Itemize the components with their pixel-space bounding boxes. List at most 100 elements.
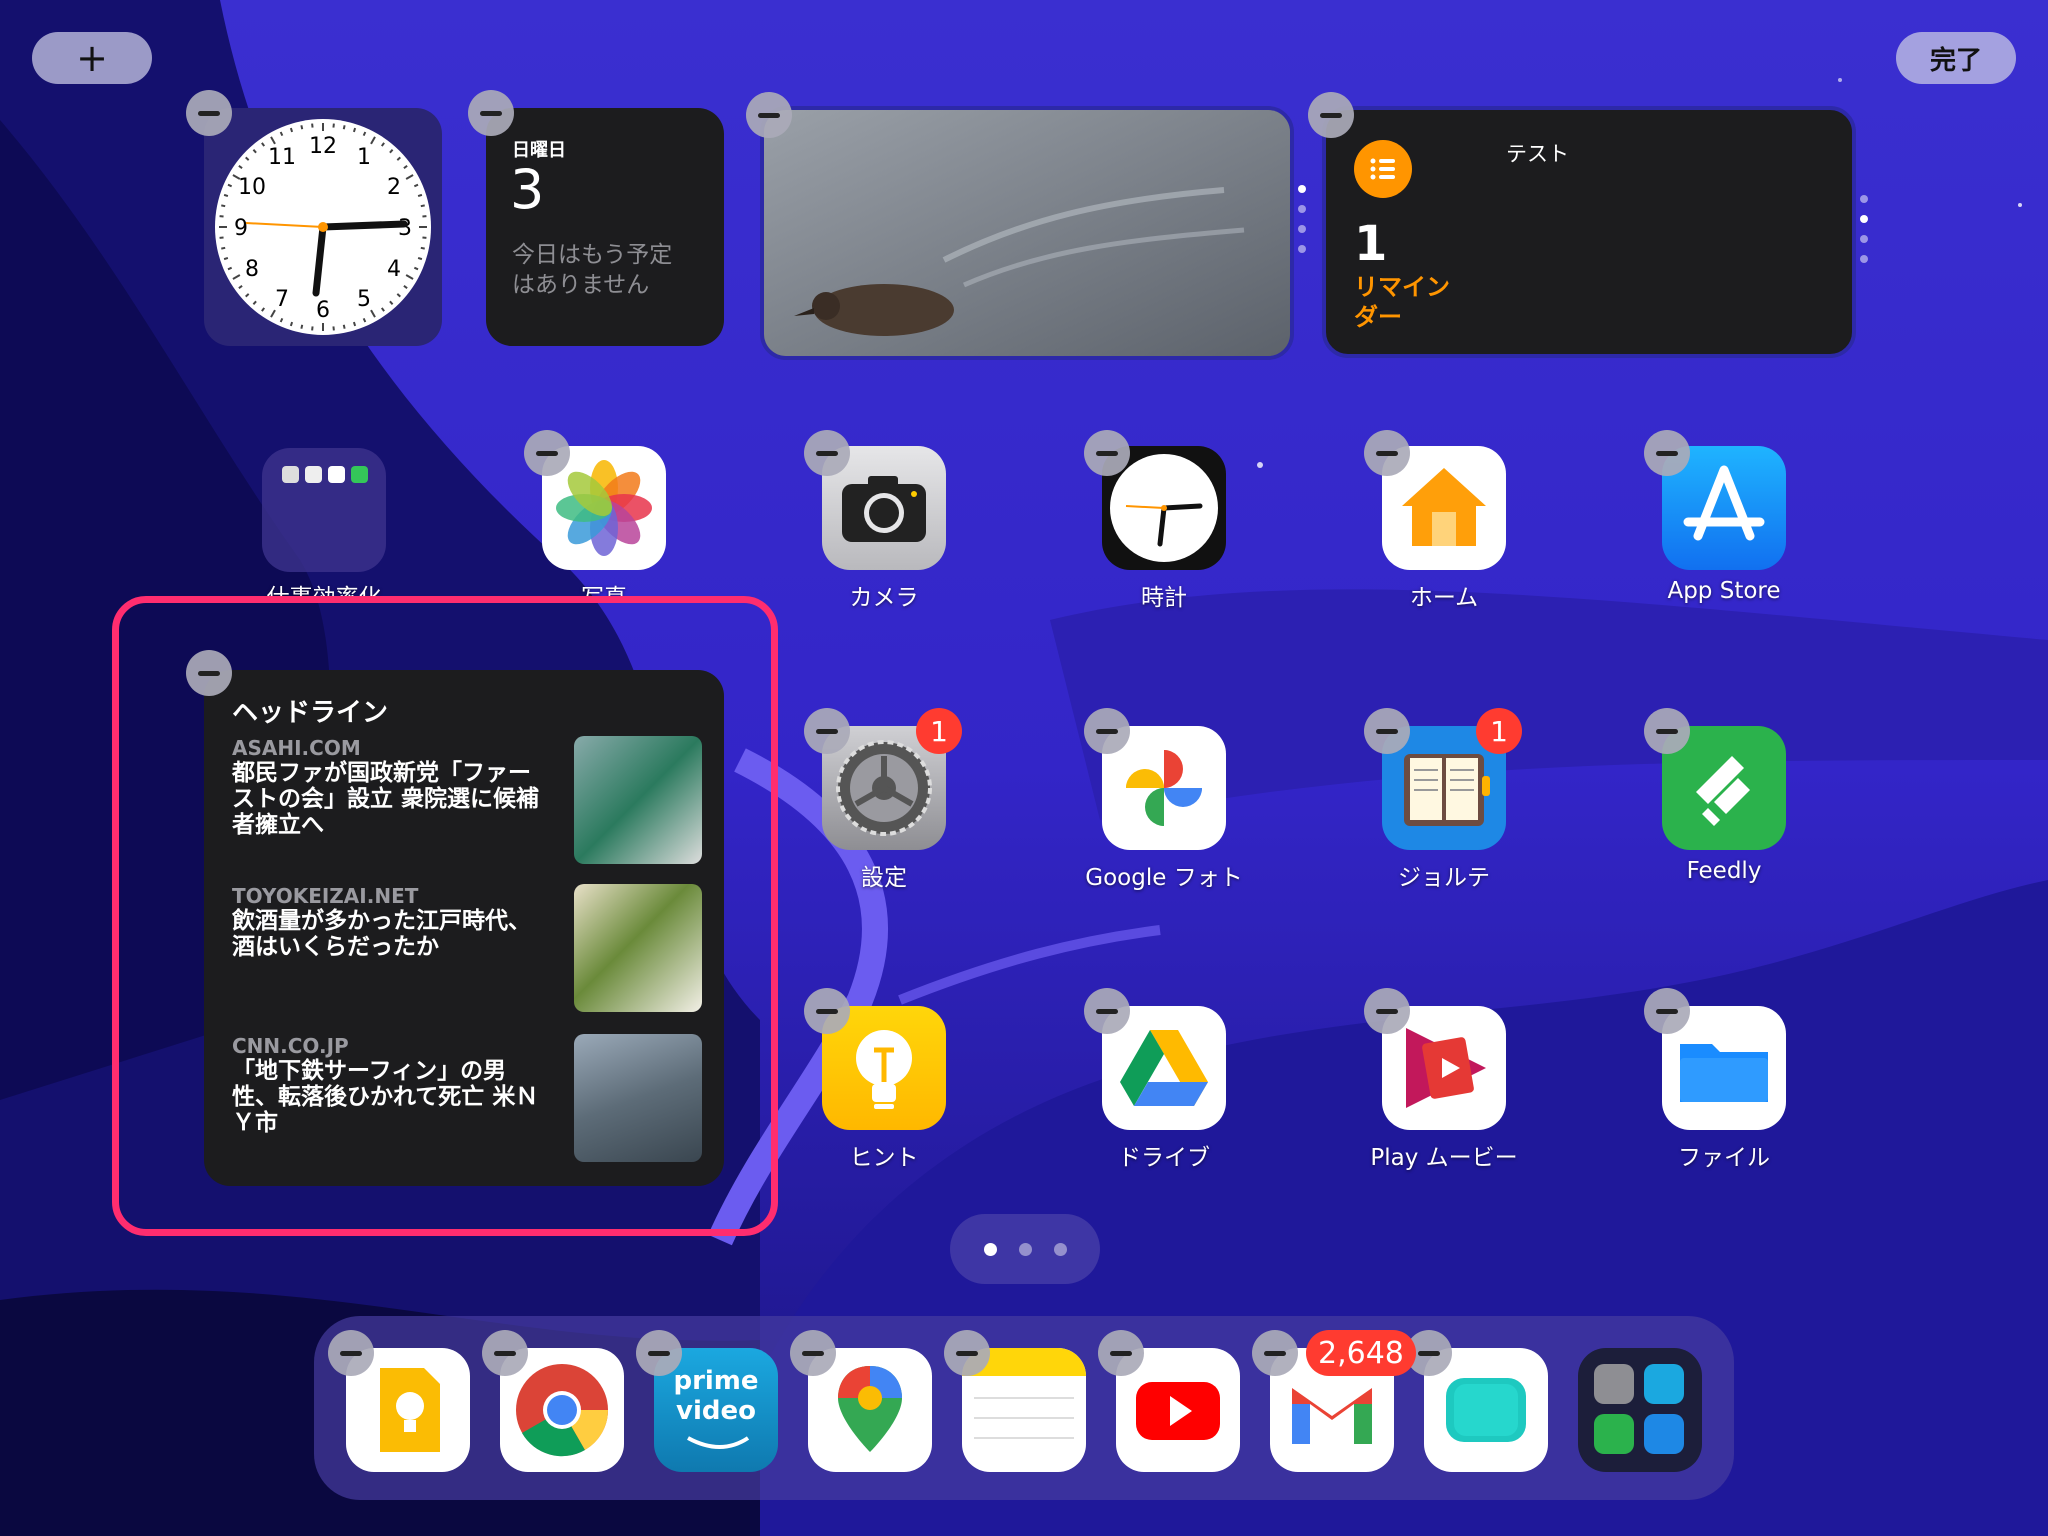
clock-tick xyxy=(342,125,346,130)
gmail-badge: 2,648 xyxy=(1306,1330,1416,1376)
app-label: Feedly xyxy=(1686,858,1762,884)
clock-numeral: 8 xyxy=(245,257,259,282)
clock-tick xyxy=(352,321,357,327)
news-item[interactable]: CNN.CO.JP 「地下鉄サーフィン」の男性、転落後ひかれて死亡 米ＮＹ市 xyxy=(232,1034,702,1168)
remove-play-movies-button[interactable] xyxy=(1364,988,1410,1034)
reminders-count: 1 xyxy=(1354,216,1388,272)
remove-dock-youtube-button[interactable] xyxy=(1098,1330,1144,1376)
calendar-empty-text: 今日はもう予定はありません xyxy=(512,242,673,298)
page-indicator[interactable] xyxy=(950,1214,1100,1284)
news-widget-title: ヘッドライン xyxy=(232,698,389,728)
reminders-label: リマインダー xyxy=(1354,273,1450,331)
clock-numeral: 11 xyxy=(268,145,296,170)
clock-numeral: 5 xyxy=(357,287,371,312)
clock-numeral: 10 xyxy=(238,175,266,200)
clock-numeral: 7 xyxy=(275,287,289,312)
clock-numeral: 4 xyxy=(387,257,401,282)
remove-home-button[interactable] xyxy=(1364,430,1410,476)
reminders-widget[interactable]: テスト 1 リマインダー xyxy=(1322,106,1856,358)
remove-camera-button[interactable] xyxy=(804,430,850,476)
app-label: ドライブ xyxy=(1118,1145,1210,1171)
reminders-list-name: テスト xyxy=(1506,142,1569,166)
clock-tick xyxy=(417,256,423,261)
remove-dock-prime-video-button[interactable] xyxy=(636,1330,682,1376)
folder-mini-app-icon xyxy=(282,466,299,483)
productivity-folder[interactable] xyxy=(262,448,386,572)
remove-feedly-button[interactable] xyxy=(1644,708,1690,754)
app-label: 設定 xyxy=(861,865,907,891)
clock-tick xyxy=(289,321,294,327)
page-dot[interactable] xyxy=(983,1242,997,1256)
app-label: App Store xyxy=(1667,578,1781,604)
remove-reminders-widget-button[interactable] xyxy=(1308,92,1354,138)
remove-settings-button[interactable] xyxy=(804,708,850,754)
news-thumbnail xyxy=(574,1034,702,1162)
clock-tick xyxy=(417,193,423,198)
clock-numeral: 1 xyxy=(357,145,371,170)
news-item[interactable]: TOYOKEIZAI.NET 飲酒量が多かった江戸時代、酒はいくらだったか xyxy=(232,884,702,1018)
remove-tips-button[interactable] xyxy=(804,988,850,1034)
clock-tick xyxy=(420,204,425,208)
photo-widget-page-dots xyxy=(1298,185,1306,253)
remove-news-widget-button[interactable] xyxy=(186,650,232,696)
clock-numeral: 9 xyxy=(234,216,248,241)
clock-tick xyxy=(300,324,304,329)
folder-mini-app-icon xyxy=(305,466,322,483)
done-button[interactable]: 完了 xyxy=(1896,32,2016,84)
clock-widget[interactable]: 12 1 2 3 4 5 6 7 8 9 10 11 xyxy=(204,108,442,346)
clock-tick xyxy=(221,204,226,208)
remove-dock-chrome-button[interactable] xyxy=(482,1330,528,1376)
remove-calendar-widget-button[interactable] xyxy=(468,90,514,136)
clock-face-icon: 12 12 3 45 6 78 9 1011 xyxy=(215,119,431,335)
app-label: ファイル xyxy=(1678,1145,1770,1171)
remove-photo-widget-button[interactable] xyxy=(746,92,792,138)
remove-photos-button[interactable] xyxy=(524,430,570,476)
page-dot[interactable] xyxy=(1018,1242,1032,1256)
clock-numeral: 6 xyxy=(316,298,330,323)
clock-numeral: 3 xyxy=(398,216,412,241)
remove-jorte-button[interactable] xyxy=(1364,708,1410,754)
news-item[interactable]: ASAHI.COM 都民ファが国政新党「ファーストの会」設立 衆院選に候補者擁立… xyxy=(232,736,702,870)
remove-app-store-button[interactable] xyxy=(1644,430,1690,476)
dock-app-library[interactable] xyxy=(1578,1348,1702,1472)
remove-clock-button[interactable] xyxy=(1084,430,1130,476)
clock-tick xyxy=(289,127,294,133)
library-mini-prime-icon xyxy=(1644,1364,1684,1404)
jorte-badge: 1 xyxy=(1476,708,1522,754)
news-headline: 飲酒量が多かった江戸時代、酒はいくらだったか xyxy=(232,908,531,960)
photo-duck-image xyxy=(764,110,1290,356)
clock-tick xyxy=(221,246,226,250)
folder-mini-app-icon xyxy=(328,466,345,483)
page-dot[interactable] xyxy=(1053,1242,1067,1256)
app-label: カメラ xyxy=(849,585,919,611)
app-label: 時計 xyxy=(1141,585,1187,611)
library-mini-jorte-icon xyxy=(1644,1414,1684,1454)
remove-clock-widget-button[interactable] xyxy=(186,90,232,136)
photo-widget[interactable] xyxy=(760,106,1294,360)
news-widget[interactable]: ヘッドライン ASAHI.COM 都民ファが国政新党「ファーストの会」設立 衆院… xyxy=(204,670,724,1186)
app-label: Play ムービー xyxy=(1370,1145,1518,1171)
add-widget-button[interactable]: + xyxy=(32,32,152,84)
remove-dock-maps-button[interactable] xyxy=(790,1330,836,1376)
clock-tick xyxy=(223,193,229,198)
app-label: ホーム xyxy=(1409,585,1479,611)
news-headline: 「地下鉄サーフィン」の男性、転落後ひかれて死亡 米ＮＹ市 xyxy=(232,1058,539,1136)
news-headline: 都民ファが国政新党「ファーストの会」設立 衆院選に候補者擁立へ xyxy=(232,760,540,838)
news-thumbnail xyxy=(574,884,702,1012)
clock-tick xyxy=(300,125,304,130)
reminders-widget-page-dots xyxy=(1860,195,1868,263)
remove-dock-notes-button[interactable] xyxy=(944,1330,990,1376)
folder-mini-app-icon xyxy=(351,466,368,483)
remove-files-button[interactable] xyxy=(1644,988,1690,1034)
remove-google-drive-button[interactable] xyxy=(1084,988,1130,1034)
library-mini-feedly-icon xyxy=(1594,1414,1634,1454)
calendar-widget[interactable]: 日曜日 3 今日はもう予定はありません xyxy=(486,108,724,346)
remove-dock-keep-button[interactable] xyxy=(328,1330,374,1376)
reminders-list-icon xyxy=(1354,140,1412,198)
calendar-day: 3 xyxy=(510,158,545,221)
app-label: ジョルテ xyxy=(1398,865,1490,891)
remove-google-photos-button[interactable] xyxy=(1084,708,1130,754)
clock-numeral: 2 xyxy=(387,175,401,200)
remove-dock-gmail-button[interactable] xyxy=(1252,1330,1298,1376)
clock-tick xyxy=(223,256,229,261)
